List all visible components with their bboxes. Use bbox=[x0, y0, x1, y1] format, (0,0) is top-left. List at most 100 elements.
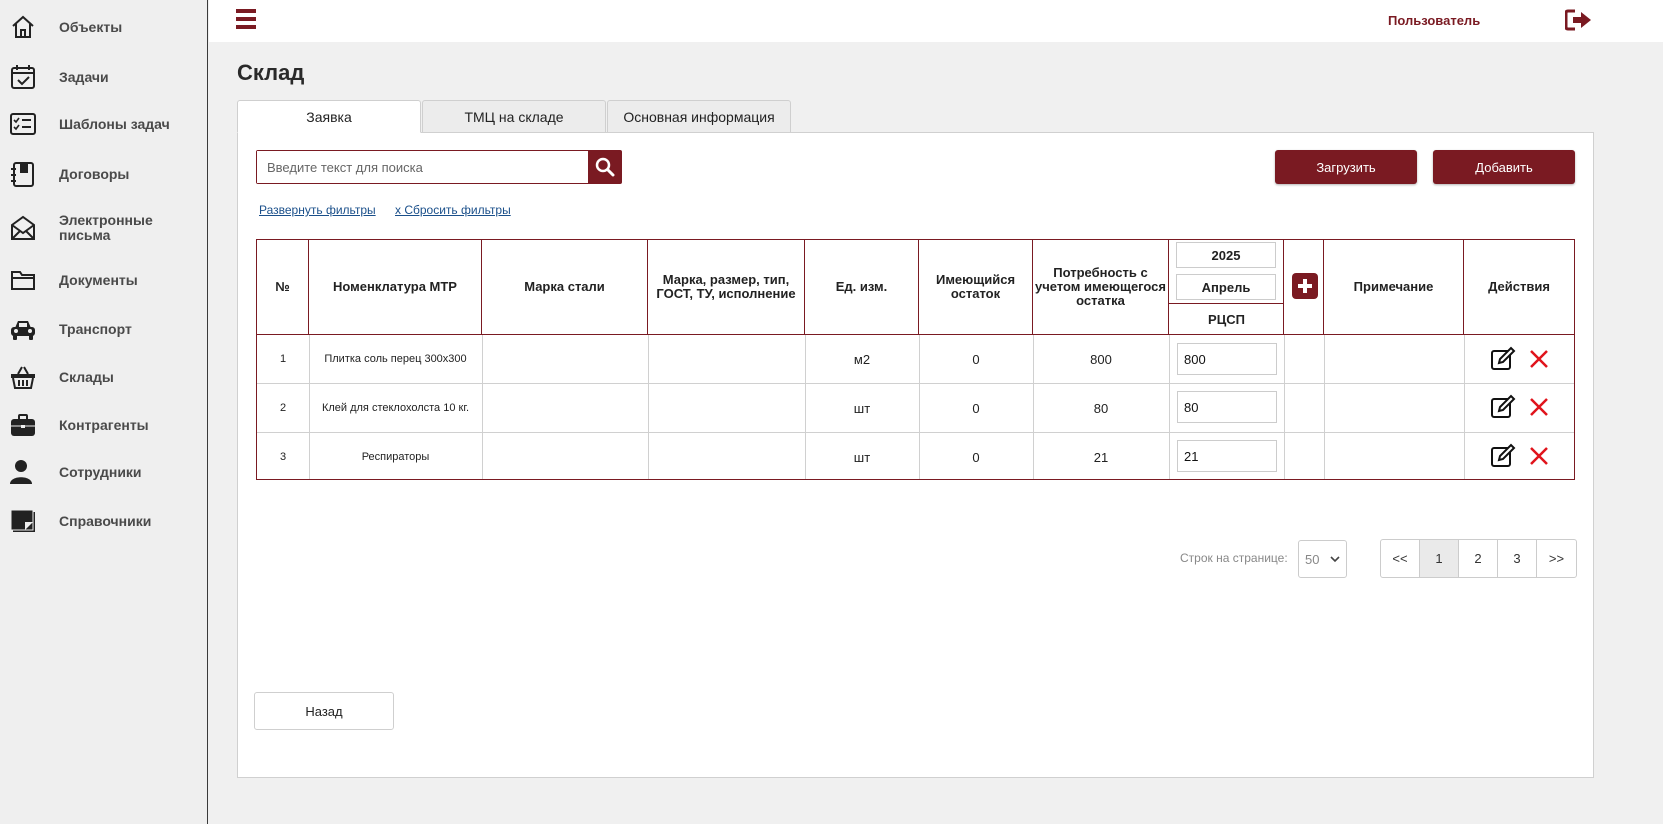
basket-icon bbox=[10, 364, 36, 390]
logout-icon[interactable] bbox=[1565, 9, 1593, 31]
table-cell-need: 21 bbox=[1093, 449, 1109, 465]
tab-stock-items[interactable]: ТМЦ на складе bbox=[422, 100, 606, 133]
table-cell-stock: 0 bbox=[972, 400, 980, 416]
plus-icon bbox=[1298, 279, 1312, 293]
col-header-nomenclature: Номенклатура МТР bbox=[309, 240, 482, 334]
table-cell-name: Плитка соль перец 300х300 bbox=[324, 353, 467, 365]
table-cell-num: 2 bbox=[279, 402, 287, 414]
tab-request[interactable]: Заявка bbox=[237, 100, 421, 133]
sidebar-item-contracts[interactable]: Договоры bbox=[0, 154, 207, 194]
rows-per-page-value: 50 bbox=[1305, 551, 1320, 567]
rcsp-input[interactable] bbox=[1177, 440, 1277, 472]
sidebar-item-employees[interactable]: Сотрудники bbox=[0, 452, 207, 492]
page-last-button[interactable]: >> bbox=[1537, 540, 1576, 577]
car-icon bbox=[10, 316, 36, 342]
month-field[interactable]: Апрель bbox=[1176, 274, 1276, 300]
page-title: Склад bbox=[237, 60, 305, 85]
notebook-icon bbox=[10, 161, 36, 187]
user-menu-link[interactable]: Пользователь bbox=[1388, 13, 1480, 28]
sidebar-item-objects[interactable]: Объекты bbox=[0, 7, 207, 47]
col-header-steel: Марка стали bbox=[482, 240, 648, 334]
delete-icon[interactable] bbox=[1526, 443, 1552, 469]
edit-icon[interactable] bbox=[1490, 346, 1516, 372]
sidebar-item-label: Справочники bbox=[59, 512, 152, 529]
page-button-1[interactable]: 1 bbox=[1420, 540, 1459, 577]
sidebar-item-label: Договоры bbox=[59, 165, 130, 182]
briefcase-icon bbox=[10, 412, 36, 438]
col-header-unit: Ед. изм. bbox=[805, 240, 919, 334]
col-header-need: Потребность с учетом имеющегося остатка bbox=[1033, 240, 1169, 334]
sidebar-item-warehouses[interactable]: Склады bbox=[0, 357, 207, 397]
edit-icon[interactable] bbox=[1490, 394, 1516, 420]
back-button[interactable]: Назад bbox=[254, 692, 394, 730]
table-cell-unit: шт bbox=[853, 400, 871, 416]
folder-icon bbox=[10, 267, 36, 293]
sidebar-item-label: Транспорт bbox=[59, 320, 132, 337]
table-cell-name: Клей для стеклохолста 10 кг. bbox=[321, 402, 470, 414]
col-header-spec: Марка, размер, тип, ГОСТ, ТУ, исполнение bbox=[648, 240, 805, 334]
sidebar-item-directories[interactable]: Справочники bbox=[0, 501, 207, 541]
rcsp-input[interactable] bbox=[1177, 391, 1277, 423]
rcsp-header: РЦСП bbox=[1208, 311, 1245, 327]
table-cell-num: 1 bbox=[279, 353, 287, 365]
sidebar-item-transport[interactable]: Транспорт bbox=[0, 309, 207, 349]
sidebar-item-label: Документы bbox=[59, 271, 138, 288]
sidebar-item-contractors[interactable]: Контрагенты bbox=[0, 405, 207, 445]
upload-button[interactable]: Загрузить bbox=[1275, 150, 1417, 184]
pagination: << 1 2 3 >> bbox=[1380, 539, 1577, 578]
hamburger-menu-icon[interactable] bbox=[236, 9, 256, 31]
request-table: № Номенклатура МТР Марка стали Марка, ра… bbox=[256, 239, 1575, 480]
sidebar-item-task-templates[interactable]: Шаблоны задач bbox=[0, 104, 207, 144]
search-box bbox=[256, 150, 589, 184]
table-cell-unit: шт bbox=[853, 449, 871, 465]
search-button[interactable] bbox=[588, 150, 622, 184]
page-first-button[interactable]: << bbox=[1381, 540, 1420, 577]
year-field[interactable]: 2025 bbox=[1176, 242, 1276, 268]
delete-icon[interactable] bbox=[1526, 346, 1552, 372]
sidebar-item-label: Шаблоны задач bbox=[59, 115, 170, 132]
sidebar-item-emails[interactable]: Электронные письма bbox=[0, 208, 207, 248]
sidebar-item-label: Задачи bbox=[59, 68, 109, 85]
sidebar-item-label: Сотрудники bbox=[59, 463, 142, 480]
sidebar-item-documents[interactable]: Документы bbox=[0, 260, 207, 300]
col-header-stock: Имеющийся остаток bbox=[919, 240, 1033, 334]
reset-filters-link[interactable]: x Сбросить фильтры bbox=[395, 203, 511, 217]
table-cell-name: Респираторы bbox=[361, 451, 430, 463]
table-cell-need: 800 bbox=[1090, 351, 1112, 367]
table-cell-stock: 0 bbox=[972, 351, 980, 367]
home-icon bbox=[10, 14, 36, 40]
col-header-actions: Действия bbox=[1488, 279, 1550, 294]
col-header-num: № bbox=[257, 240, 309, 334]
envelope-icon bbox=[10, 215, 36, 241]
sticky-note-icon bbox=[10, 508, 36, 534]
page-button-2[interactable]: 2 bbox=[1459, 540, 1498, 577]
table-cell-unit: м2 bbox=[853, 351, 871, 367]
top-bar: Пользователь bbox=[209, 0, 1663, 42]
rows-per-page-select[interactable]: 50 bbox=[1298, 540, 1347, 578]
page-button-3[interactable]: 3 bbox=[1498, 540, 1537, 577]
sidebar-item-label: Контрагенты bbox=[59, 416, 149, 433]
sidebar: Объекты Задачи Шаблоны задач Договоры Эл… bbox=[0, 0, 208, 824]
table-cell-num: 3 bbox=[279, 451, 287, 463]
table-cell-need: 80 bbox=[1093, 400, 1109, 416]
calendar-check-icon bbox=[10, 64, 36, 90]
rows-per-page-label: Строк на странице: bbox=[1180, 551, 1288, 565]
add-button[interactable]: Добавить bbox=[1433, 150, 1575, 184]
delete-icon[interactable] bbox=[1526, 394, 1552, 420]
search-icon bbox=[595, 157, 615, 177]
checklist-icon bbox=[10, 111, 36, 137]
sidebar-item-label: Объекты bbox=[59, 18, 123, 35]
edit-icon[interactable] bbox=[1490, 443, 1516, 469]
sidebar-item-label: Электронные письма bbox=[59, 212, 153, 243]
rcsp-input[interactable] bbox=[1177, 343, 1277, 375]
chevron-down-icon bbox=[1330, 556, 1340, 563]
search-input[interactable] bbox=[257, 151, 588, 183]
sidebar-item-tasks[interactable]: Задачи bbox=[0, 57, 207, 97]
sidebar-item-label: Склады bbox=[59, 368, 114, 385]
table-cell-stock: 0 bbox=[972, 449, 980, 465]
expand-filters-link[interactable]: Развернуть фильтры bbox=[259, 203, 376, 217]
tab-main-info[interactable]: Основная информация bbox=[607, 100, 791, 133]
col-header-note: Примечание bbox=[1324, 240, 1464, 334]
person-icon bbox=[10, 459, 36, 485]
add-period-button[interactable] bbox=[1292, 273, 1318, 299]
